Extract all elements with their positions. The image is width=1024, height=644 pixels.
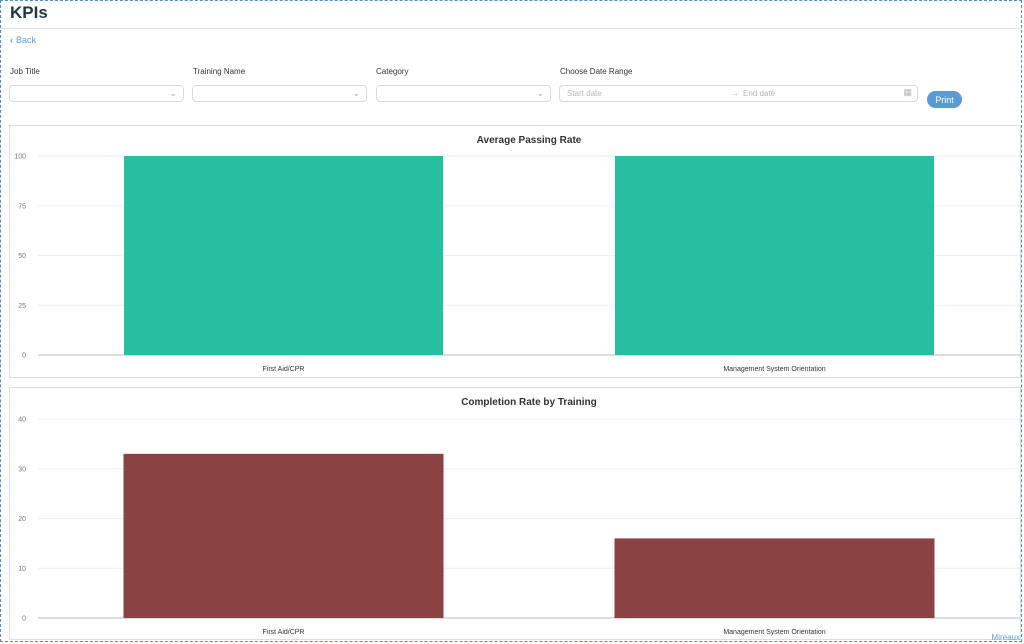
job-title-select[interactable]: ⌄ [9,85,184,102]
print-button[interactable]: Print [927,91,962,108]
end-date-input[interactable]: End date [743,89,775,98]
date-range-picker[interactable]: Start date → End date ▦ [559,85,918,102]
y-tick-label: 0 [22,616,26,623]
bar[interactable] [124,156,443,355]
y-tick-label: 100 [14,154,26,161]
chevron-down-icon: ⌄ [352,88,360,98]
y-tick-label: 50 [18,253,26,260]
x-tick-label: Management System Orientation [723,366,825,373]
x-tick-label: First Aid/CPR [262,366,304,373]
start-date-input[interactable]: Start date [567,89,602,98]
bar[interactable] [615,156,934,355]
watermark-text: Mireaux [991,633,1020,642]
y-tick-label: 20 [18,516,26,523]
chart-title: Average Passing Rate [477,135,582,146]
back-link[interactable]: ‹ Back [10,35,36,45]
average-passing-rate-chart: Average Passing Rate 0 25 50 75 100 First Aid/… [14,135,1020,373]
calendar-icon[interactable]: ▦ [903,87,912,98]
average-passing-rate-panel: Average Passing Rate 0 25 50 75 100 First Aid/… [9,125,1021,378]
completion-rate-panel: Completion Rate by Training 0 10 20 30 40 Firs… [9,387,1021,640]
category-label: Category [376,67,409,76]
bar[interactable] [614,538,935,618]
chart-title: Completion Rate by Training [461,397,597,408]
y-tick-label: 10 [18,566,26,573]
x-tick-label: Management System Orientation [723,629,825,636]
title-divider [1,28,1021,29]
training-name-select[interactable]: ⌄ [192,85,367,102]
y-tick-label: 40 [18,417,26,424]
page-title: KPIs [10,3,48,22]
chevron-down-icon: ⌄ [536,88,544,98]
category-select[interactable]: ⌄ [376,85,551,102]
arrow-right-icon: → [730,88,739,98]
y-tick-label: 75 [18,203,26,210]
bar[interactable] [123,453,444,618]
chevron-left-icon: ‹ [10,35,13,45]
training-name-label: Training Name [193,67,246,76]
y-tick-label: 30 [18,466,26,473]
back-label: Back [16,35,37,45]
chevron-down-icon: ⌄ [169,88,177,98]
x-tick-label: First Aid/CPR [262,629,304,636]
completion-rate-chart: Completion Rate by Training 0 10 20 30 40 Firs… [18,397,1020,636]
job-title-label: Job Title [10,67,40,76]
y-tick-label: 25 [18,303,26,310]
date-range-label: Choose Date Range [560,67,633,76]
y-tick-label: 0 [22,353,26,360]
